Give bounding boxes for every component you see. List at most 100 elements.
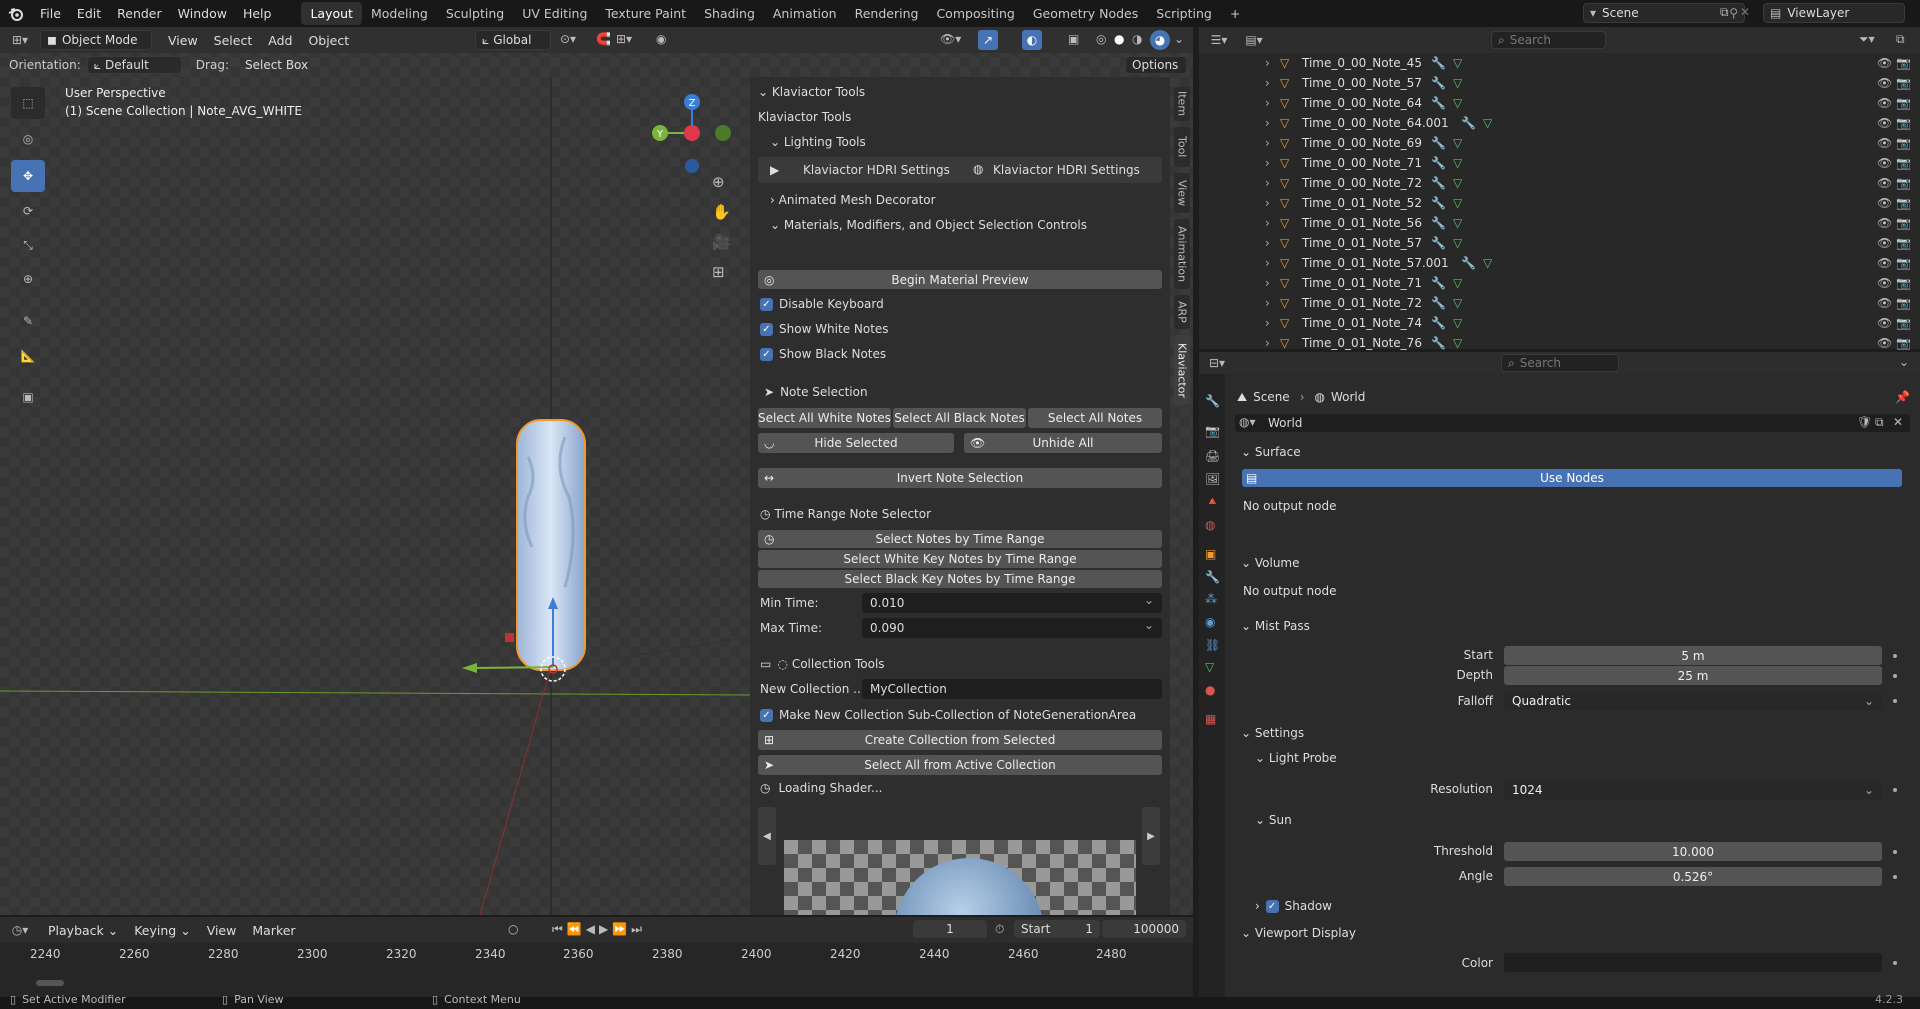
- object-tab-icon[interactable]: ▣: [1205, 547, 1216, 561]
- render-tab-icon[interactable]: 📷: [1205, 424, 1220, 438]
- expand-chevron-icon[interactable]: ›: [1265, 196, 1270, 210]
- outliner-item-name[interactable]: Time_0_01_Note_52: [1302, 196, 1422, 210]
- show-black-notes-checkbox[interactable]: ✓ Show Black Notes: [760, 347, 886, 361]
- menu-help[interactable]: Help: [235, 6, 280, 21]
- expand-chevron-icon[interactable]: ›: [1265, 256, 1270, 270]
- modifier-wrench-icon[interactable]: 🔧: [1431, 96, 1446, 110]
- expand-chevron-icon[interactable]: ›: [1265, 336, 1270, 350]
- mesh-data-icon[interactable]: ▽: [1453, 336, 1462, 350]
- panel-header-klaviactor[interactable]: ⌄ Klaviactor Tools: [758, 85, 865, 99]
- tool-tab-icon[interactable]: 🔧: [1205, 394, 1220, 408]
- min-time-field[interactable]: 0.010: [862, 593, 1162, 613]
- max-time-field[interactable]: 0.090: [862, 618, 1162, 638]
- keyframe-dot[interactable]: [1893, 699, 1897, 703]
- filter-icon[interactable]: ⏷▾: [1859, 32, 1875, 47]
- hdri-settings-label[interactable]: Klaviactor HDRI Settings: [803, 163, 950, 177]
- select-white-key-time-button[interactable]: Select White Key Notes by Time Range: [758, 550, 1162, 568]
- render-camera-icon[interactable]: 📷: [1896, 76, 1911, 90]
- visibility-eye-icon[interactable]: 👁: [1877, 316, 1892, 330]
- world-tab-icon[interactable]: ◍: [1205, 518, 1215, 532]
- xray-icon[interactable]: ▣: [1068, 32, 1079, 46]
- tab-view[interactable]: View: [1174, 173, 1190, 213]
- menu-edit[interactable]: Edit: [69, 6, 109, 21]
- outliner-row[interactable]: › ▽ Time_0_01_Note_57 🔧 ▽ 👁 📷: [1199, 233, 1920, 253]
- outliner-row[interactable]: › ▽ Time_0_00_Note_69 🔧 ▽ 👁 📷: [1199, 133, 1920, 153]
- hide-selected-button[interactable]: ◡ Hide Selected: [758, 433, 954, 453]
- outliner-item-name[interactable]: Time_0_00_Note_45: [1302, 56, 1422, 70]
- particles-tab-icon[interactable]: ⁂: [1205, 592, 1217, 606]
- angle-field[interactable]: 0.526°: [1504, 867, 1882, 886]
- render-camera-icon[interactable]: 📷: [1896, 176, 1911, 190]
- visibility-eye-icon[interactable]: 👁: [1877, 116, 1892, 130]
- outliner-row[interactable]: › ▽ Time_0_00_Note_71 🔧 ▽ 👁 📷: [1199, 153, 1920, 173]
- visibility-eye-icon[interactable]: 👁: [1877, 76, 1892, 90]
- workspace-tab-shading[interactable]: Shading: [695, 2, 764, 25]
- visibility-eye-icon[interactable]: 👁: [1877, 216, 1892, 230]
- new-collection-field[interactable]: MyCollection: [862, 679, 1162, 699]
- workspace-tab-texture-paint[interactable]: Texture Paint: [596, 2, 695, 25]
- visibility-eye-icon[interactable]: 👁: [1877, 256, 1892, 270]
- expand-chevron-icon[interactable]: ›: [1265, 156, 1270, 170]
- disable-keyboard-checkbox[interactable]: ✓ Disable Keyboard: [760, 297, 884, 311]
- snap-icon[interactable]: 🧲: [596, 32, 611, 46]
- render-camera-icon[interactable]: 📷: [1896, 136, 1911, 150]
- visibility-eye-icon[interactable]: 👁: [1877, 336, 1892, 350]
- visibility-eye-icon[interactable]: 👁: [1877, 196, 1892, 210]
- render-camera-icon[interactable]: 📷: [1896, 276, 1911, 290]
- tab-animation[interactable]: Animation: [1174, 219, 1190, 289]
- expand-chevron-icon[interactable]: ›: [1265, 216, 1270, 230]
- light-probe-subpanel[interactable]: ⌄ Light Probe: [1255, 751, 1337, 765]
- outliner-row[interactable]: › ▽ Time_0_01_Note_72 🔧 ▽ 👁 📷: [1199, 293, 1920, 313]
- make-sub-collection-checkbox[interactable]: ✓ Make New Collection Sub-Collection of N…: [760, 708, 1136, 722]
- menu-select[interactable]: Select: [206, 33, 261, 48]
- render-camera-icon[interactable]: 📷: [1896, 216, 1911, 230]
- modifier-wrench-icon[interactable]: 🔧: [1431, 156, 1446, 170]
- snap-target-icon[interactable]: ⊞▾: [616, 32, 632, 46]
- modifier-wrench-icon[interactable]: 🔧: [1431, 196, 1446, 210]
- view-layer-tab-icon[interactable]: 🖼: [1205, 472, 1220, 486]
- outliner-row[interactable]: › ▽ Time_0_00_Note_64.001 🔧 ▽ 👁 📷: [1199, 113, 1920, 133]
- select-notes-by-time-button[interactable]: ◷ Select Notes by Time Range: [758, 530, 1162, 548]
- subpanel-animated-mesh[interactable]: › Animated Mesh Decorator: [770, 193, 936, 207]
- visibility-eye-icon[interactable]: 👁: [1877, 136, 1892, 150]
- modifiers-tab-icon[interactable]: 🔧: [1205, 570, 1220, 584]
- visibility-eye-icon[interactable]: 👁: [1877, 156, 1892, 170]
- outliner-row[interactable]: › ▽ Time_0_01_Note_71 🔧 ▽ 👁 📷: [1199, 273, 1920, 293]
- visibility-icon[interactable]: 👁▾: [940, 32, 961, 46]
- outliner-search-input[interactable]: ⌕ Search: [1491, 31, 1606, 49]
- mode-selector[interactable]: ◼ Object Mode: [40, 30, 152, 50]
- menu-timeline-view[interactable]: View: [199, 923, 245, 938]
- shading-wireframe-icon[interactable]: ◎: [1096, 32, 1106, 46]
- show-white-notes-checkbox[interactable]: ✓ Show White Notes: [760, 322, 889, 336]
- delete-scene-icon[interactable]: ✕: [1740, 5, 1750, 19]
- workspace-tab-compositing[interactable]: Compositing: [927, 2, 1023, 25]
- outliner-row[interactable]: › ▽ Time_0_00_Note_64 🔧 ▽ 👁 📷: [1199, 93, 1920, 113]
- menu-marker[interactable]: Marker: [244, 923, 303, 938]
- fake-user-icon[interactable]: 🛡: [1857, 415, 1872, 429]
- mesh-data-icon[interactable]: ▽: [1453, 76, 1462, 90]
- mesh-data-icon[interactable]: ▽: [1453, 296, 1462, 310]
- timeline-editor[interactable]: ◷▾ Playback ⌄ Keying ⌄ View Marker ○ ⏮⏪◀…: [0, 917, 1193, 997]
- mesh-data-icon[interactable]: ▽: [1453, 316, 1462, 330]
- subpanel-materials[interactable]: ⌄ Materials, Modifiers, and Object Selec…: [770, 218, 1087, 232]
- outliner-editor-type-icon[interactable]: ☰▾: [1199, 33, 1239, 47]
- outliner-row[interactable]: › ▽ Time_0_01_Note_56 🔧 ▽ 👁 📷: [1199, 213, 1920, 233]
- current-frame-field[interactable]: 1: [913, 920, 987, 938]
- visibility-eye-icon[interactable]: 👁: [1877, 176, 1892, 190]
- new-scene-icon[interactable]: ⧉: [1720, 5, 1729, 20]
- outliner-item-name[interactable]: Time_0_00_Note_71: [1302, 156, 1422, 170]
- tab-arp[interactable]: ARP: [1174, 295, 1190, 329]
- unlink-icon[interactable]: ✕: [1893, 415, 1903, 429]
- expand-chevron-icon[interactable]: ›: [1265, 136, 1270, 150]
- subpanel-lighting-tools[interactable]: ⌄ Lighting Tools: [770, 135, 866, 149]
- modifier-wrench-icon[interactable]: 🔧: [1431, 76, 1446, 90]
- expand-chevron-icon[interactable]: ›: [1265, 176, 1270, 190]
- outliner-item-name[interactable]: Time_0_01_Note_74: [1302, 316, 1422, 330]
- outliner-item-name[interactable]: Time_0_00_Note_57: [1302, 76, 1422, 90]
- visibility-eye-icon[interactable]: 👁: [1877, 96, 1892, 110]
- options-dropdown[interactable]: Options: [1125, 56, 1187, 74]
- mesh-data-icon[interactable]: ▽: [1453, 56, 1462, 70]
- sun-subpanel[interactable]: ⌄ Sun: [1255, 813, 1292, 827]
- outliner-item-name[interactable]: Time_0_00_Note_69: [1302, 136, 1422, 150]
- select-black-key-time-button[interactable]: Select Black Key Notes by Time Range: [758, 570, 1162, 588]
